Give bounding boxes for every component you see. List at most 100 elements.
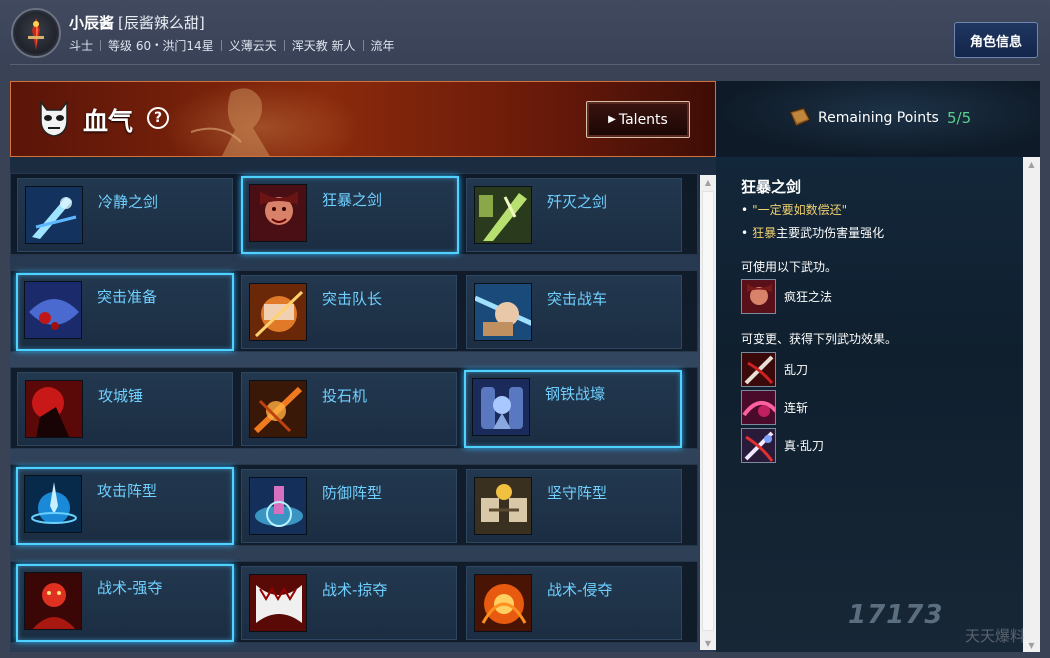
talent-cell-assault-chariot[interactable]: 突击战车 xyxy=(466,275,682,349)
guild-tag: [辰酱辣么甜] xyxy=(118,14,205,32)
meta-faction: 义薄云天 xyxy=(228,39,277,53)
detail-description-text: 主要武功伤害量强化 xyxy=(776,226,885,240)
bullet-icon: • xyxy=(741,226,749,240)
detail-skill-row[interactable]: 真·乱刀 xyxy=(741,427,824,463)
detail-skill-row[interactable]: 连斩 xyxy=(741,389,808,425)
scroll-down-arrow-icon[interactable]: ▼ xyxy=(1023,638,1040,652)
scroll-up-arrow-icon[interactable]: ▲ xyxy=(700,175,716,189)
talent-cell-defense-formation[interactable]: 防御阵型 xyxy=(241,469,457,543)
meta-guild: 浑天教 新人 xyxy=(291,39,356,53)
detail-section-usable: 可使用以下武功。 xyxy=(741,260,838,274)
tactic-seize-icon xyxy=(24,572,82,630)
steel-trench-icon xyxy=(472,378,530,436)
watermark-text: 天天爆料 xyxy=(965,627,1026,645)
assault-captain-icon xyxy=(249,283,307,341)
talent-row: 冷静之剑 狂暴之剑 歼灭之剑 xyxy=(10,173,698,255)
talent-cell-tactic-plunder[interactable]: 战术-掠夺 xyxy=(241,566,457,640)
talent-cell-assault-prep[interactable]: 突击准备 xyxy=(16,273,234,351)
scroll-down-arrow-icon[interactable]: ▼ xyxy=(700,636,716,650)
detail-description-highlight: 狂暴 xyxy=(752,226,777,240)
scroll-up-arrow-icon[interactable]: ▲ xyxy=(1023,157,1040,171)
talent-label: 冷静之剑 xyxy=(98,193,159,211)
character-art-icon xyxy=(191,88,270,156)
class-emblem-avatar xyxy=(11,8,61,58)
remaining-points-bar: Remaining Points 5/5 xyxy=(716,81,1040,157)
help-icon[interactable]: ? xyxy=(147,107,169,129)
detail-quote: • "一定要如数偿还" xyxy=(741,201,847,218)
talent-cell-hold-formation[interactable]: 坚守阵型 xyxy=(466,469,682,543)
banner-title: 血气 xyxy=(83,107,134,136)
talents-button-label: Talents xyxy=(618,111,668,128)
random-blade-icon xyxy=(741,351,776,387)
detail-title: 狂暴之剑 xyxy=(741,178,802,196)
talent-cell-battering-ram[interactable]: 攻城锤 xyxy=(17,372,233,446)
talent-label: 突击队长 xyxy=(322,290,383,308)
talent-label: 投石机 xyxy=(322,387,368,405)
catapult-icon xyxy=(249,380,307,438)
meta-divider xyxy=(283,40,285,51)
meta-divider xyxy=(220,40,222,51)
talent-cell-calm-sword[interactable]: 冷静之剑 xyxy=(17,178,233,252)
character-info-button[interactable]: 角色信息 xyxy=(954,22,1038,58)
watermark-logo: 17173 xyxy=(848,600,944,630)
talent-row: 战术-强夺 战术-掠夺 战术-侵夺 xyxy=(10,561,698,643)
talent-cell-catapult[interactable]: 投石机 xyxy=(241,372,457,446)
bullet-icon: • xyxy=(741,203,749,217)
assault-chariot-icon xyxy=(474,283,532,341)
talent-cell-attack-formation[interactable]: 攻击阵型 xyxy=(16,467,234,545)
detail-section-effects: 可变更、获得下列武功效果。 xyxy=(741,332,898,346)
talent-banner: 血气 ? ▶ Talents xyxy=(10,81,716,157)
talent-cell-annihilate-sword[interactable]: 歼灭之剑 xyxy=(466,178,682,252)
meta-server: 流年 xyxy=(370,39,395,53)
battering-ram-icon xyxy=(25,380,83,438)
talent-label: 钢铁战壕 xyxy=(545,385,606,403)
meta-divider xyxy=(100,40,102,51)
talent-cell-tactic-invade[interactable]: 战术-侵夺 xyxy=(466,566,682,640)
talent-grid: 冷静之剑 狂暴之剑 歼灭之剑 突击准备 突击队长 突击战车 攻城锤 投石机 钢铁… xyxy=(10,157,716,652)
talent-cell-tactic-seize[interactable]: 战术-强夺 xyxy=(16,564,234,642)
character-header: 小辰酱 [辰酱辣么甜] 斗士 等级 60 • 洪门14星 义薄云天 浑天教 新人 … xyxy=(0,0,1050,66)
true-random-blade-icon xyxy=(741,427,776,463)
detail-skill-name: 真·乱刀 xyxy=(784,438,824,453)
scroll-thumb[interactable] xyxy=(702,191,714,631)
detail-skill-name: 疯狂之法 xyxy=(784,289,833,304)
defense-formation-icon xyxy=(249,477,307,535)
berserk-sword-icon xyxy=(249,184,307,242)
talent-label: 突击准备 xyxy=(97,288,158,306)
remaining-points-label: Remaining Points xyxy=(818,110,939,126)
meta-level: 等级 60 xyxy=(108,39,152,53)
detail-skill-row[interactable]: 疯狂之法 xyxy=(741,278,832,314)
talent-row: 突击准备 突击队长 突击战车 xyxy=(10,270,698,352)
talents-button[interactable]: ▶ Talents xyxy=(586,101,690,138)
meta-class: 斗士 xyxy=(69,39,94,53)
detail-skill-row[interactable]: 乱刀 xyxy=(741,351,808,387)
talent-cell-berserk-sword[interactable]: 狂暴之剑 xyxy=(241,176,459,254)
remaining-points-value: 5/5 xyxy=(947,109,972,127)
detail-scrollbar[interactable]: ▲ ▼ xyxy=(1023,157,1040,652)
mad-method-icon xyxy=(741,278,776,314)
talent-cell-steel-trench[interactable]: 钢铁战壕 xyxy=(464,370,682,448)
detail-quote-text: "一定要如数偿还" xyxy=(752,203,848,217)
talent-cell-assault-captain[interactable]: 突击队长 xyxy=(241,275,457,349)
detail-skill-name: 乱刀 xyxy=(784,362,809,377)
character-meta: 斗士 等级 60 • 洪门14星 义薄云天 浑天教 新人 流年 xyxy=(69,37,395,54)
talent-label: 战术-侵夺 xyxy=(547,581,613,599)
play-arrow-icon: ▶ xyxy=(608,114,616,125)
meta-rank: 洪门14星 xyxy=(162,39,214,53)
talent-grid-scrollbar[interactable]: ▲ ▼ xyxy=(700,175,716,650)
talent-label: 防御阵型 xyxy=(322,484,383,502)
annihilate-sword-icon xyxy=(474,186,532,244)
talent-label: 攻城锤 xyxy=(98,387,144,405)
chain-slash-icon xyxy=(741,389,776,425)
talent-label: 狂暴之剑 xyxy=(322,191,383,209)
talent-label: 歼灭之剑 xyxy=(547,193,608,211)
talent-label: 战术-强夺 xyxy=(97,579,163,597)
talent-label: 突击战车 xyxy=(547,290,608,308)
talent-row: 攻城锤 投石机 钢铁战壕 xyxy=(10,367,698,449)
character-name: 小辰酱 [辰酱辣么甜] xyxy=(69,12,205,33)
tactic-plunder-icon xyxy=(249,574,307,632)
talent-label: 坚守阵型 xyxy=(547,484,608,502)
detail-description: • 狂暴主要武功伤害量强化 xyxy=(741,224,884,241)
calm-sword-icon xyxy=(25,186,83,244)
talent-row: 攻击阵型 防御阵型 坚守阵型 xyxy=(10,464,698,546)
